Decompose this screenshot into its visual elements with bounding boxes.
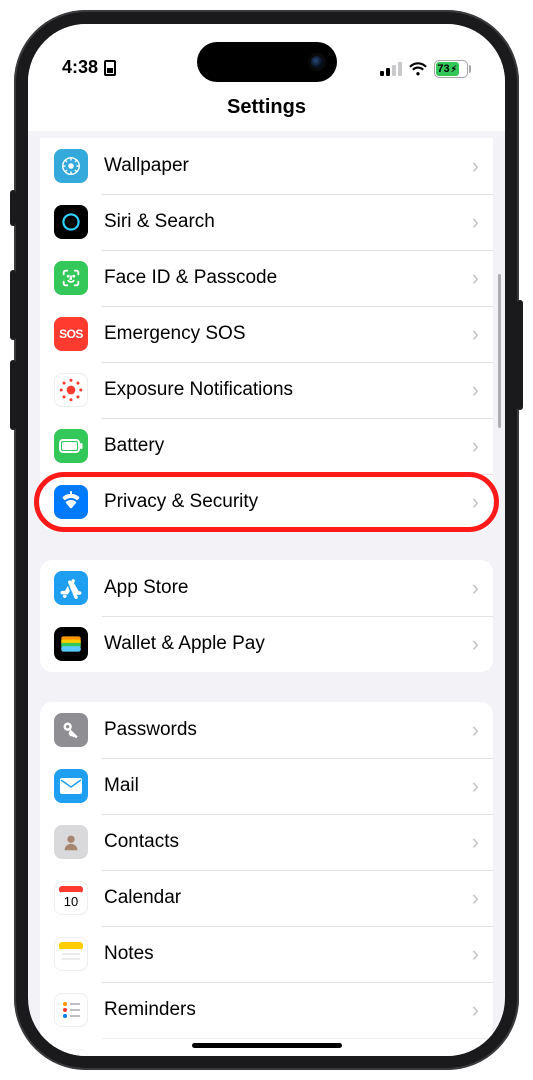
status-left: 4:38 bbox=[62, 57, 116, 78]
settings-row-calendar[interactable]: 10 Calendar › bbox=[40, 870, 493, 926]
row-label: Notes bbox=[104, 943, 472, 965]
settings-row-sos[interactable]: SOS Emergency SOS › bbox=[40, 306, 493, 362]
settings-row-reminders[interactable]: Reminders › bbox=[40, 982, 493, 1038]
settings-group-store: App Store › Wallet & Apple Pay › bbox=[40, 560, 493, 672]
row-label: Contacts bbox=[104, 831, 472, 853]
calendar-icon: 10 bbox=[54, 881, 88, 915]
settings-row-wallpaper[interactable]: Wallpaper › bbox=[40, 138, 493, 194]
row-label: Passwords bbox=[104, 719, 472, 741]
settings-row-faceid[interactable]: Face ID & Passcode › bbox=[40, 250, 493, 306]
settings-row-wallet[interactable]: Wallet & Apple Pay › bbox=[40, 616, 493, 672]
faceid-icon bbox=[54, 261, 88, 295]
settings-row-exposure[interactable]: Exposure Notifications › bbox=[40, 362, 493, 418]
chevron-right-icon: › bbox=[472, 377, 479, 403]
silent-switch bbox=[10, 190, 16, 226]
settings-row-appstore[interactable]: App Store › bbox=[40, 560, 493, 616]
row-label: Battery bbox=[104, 435, 472, 457]
battery-icon bbox=[54, 429, 88, 463]
row-label: Siri & Search bbox=[104, 211, 472, 233]
charging-icon: ⚡︎ bbox=[451, 64, 457, 75]
chevron-right-icon: › bbox=[472, 265, 479, 291]
chevron-right-icon: › bbox=[472, 1053, 479, 1056]
chevron-right-icon: › bbox=[472, 717, 479, 743]
row-label: Freeform bbox=[104, 1055, 472, 1056]
row-label: Emergency SOS bbox=[104, 323, 472, 345]
chevron-right-icon: › bbox=[472, 433, 479, 459]
dynamic-island bbox=[197, 42, 337, 82]
chevron-right-icon: › bbox=[472, 321, 479, 347]
sos-icon: SOS bbox=[54, 317, 88, 351]
notes-icon bbox=[54, 937, 88, 971]
volume-up-button bbox=[10, 270, 16, 340]
settings-row-notes[interactable]: Notes › bbox=[40, 926, 493, 982]
settings-group-system: Wallpaper › Siri & Search › Face ID & Pa… bbox=[40, 138, 493, 530]
scroll-indicator[interactable] bbox=[498, 274, 501, 428]
id-card-icon bbox=[104, 60, 116, 76]
wallet-icon bbox=[54, 627, 88, 661]
home-indicator[interactable] bbox=[192, 1043, 342, 1048]
settings-list[interactable]: Wallpaper › Siri & Search › Face ID & Pa… bbox=[28, 138, 505, 1056]
row-label: Wallpaper bbox=[104, 155, 472, 177]
row-label: Reminders bbox=[104, 999, 472, 1021]
battery-percentage: 73 bbox=[437, 63, 449, 75]
settings-group-apps: Passwords › Mail › Contacts › bbox=[40, 702, 493, 1056]
front-camera bbox=[311, 56, 323, 68]
siri-icon bbox=[54, 205, 88, 239]
row-label: Exposure Notifications bbox=[104, 379, 472, 401]
settings-row-privacy[interactable]: Privacy & Security › bbox=[40, 474, 493, 530]
exposure-icon bbox=[54, 373, 88, 407]
chevron-right-icon: › bbox=[472, 773, 479, 799]
chevron-right-icon: › bbox=[472, 997, 479, 1023]
wallpaper-icon bbox=[54, 149, 88, 183]
screen: 4:38 73⚡︎ S bbox=[28, 24, 505, 1056]
chevron-right-icon: › bbox=[472, 153, 479, 179]
chevron-right-icon: › bbox=[472, 631, 479, 657]
settings-row-contacts[interactable]: Contacts › bbox=[40, 814, 493, 870]
reminders-icon bbox=[54, 993, 88, 1027]
privacy-icon bbox=[54, 485, 88, 519]
chevron-right-icon: › bbox=[472, 829, 479, 855]
settings-row-siri[interactable]: Siri & Search › bbox=[40, 194, 493, 250]
row-label: Face ID & Passcode bbox=[104, 267, 472, 289]
freeform-icon bbox=[54, 1049, 88, 1056]
status-right: 73⚡︎ bbox=[380, 60, 472, 78]
page-title: Settings bbox=[28, 82, 505, 131]
settings-row-passwords[interactable]: Passwords › bbox=[40, 702, 493, 758]
svg-text:10: 10 bbox=[64, 894, 78, 909]
wifi-icon bbox=[408, 61, 428, 77]
chevron-right-icon: › bbox=[472, 941, 479, 967]
contacts-icon bbox=[54, 825, 88, 859]
clock: 4:38 bbox=[62, 57, 98, 78]
battery-indicator: 73⚡︎ bbox=[434, 60, 472, 78]
volume-down-button bbox=[10, 360, 16, 430]
row-label: App Store bbox=[104, 577, 472, 599]
cellular-signal-icon bbox=[380, 62, 402, 76]
power-button bbox=[517, 300, 523, 410]
row-label: Privacy & Security bbox=[104, 491, 472, 513]
phone-frame: 4:38 73⚡︎ S bbox=[14, 10, 519, 1070]
settings-row-battery[interactable]: Battery › bbox=[40, 418, 493, 474]
row-label: Calendar bbox=[104, 887, 472, 909]
row-label: Mail bbox=[104, 775, 472, 797]
chevron-right-icon: › bbox=[472, 575, 479, 601]
appstore-icon bbox=[54, 571, 88, 605]
chevron-right-icon: › bbox=[472, 489, 479, 515]
chevron-right-icon: › bbox=[472, 209, 479, 235]
chevron-right-icon: › bbox=[472, 885, 479, 911]
row-label: Wallet & Apple Pay bbox=[104, 633, 472, 655]
settings-row-mail[interactable]: Mail › bbox=[40, 758, 493, 814]
mail-icon bbox=[54, 769, 88, 803]
passwords-icon bbox=[54, 713, 88, 747]
